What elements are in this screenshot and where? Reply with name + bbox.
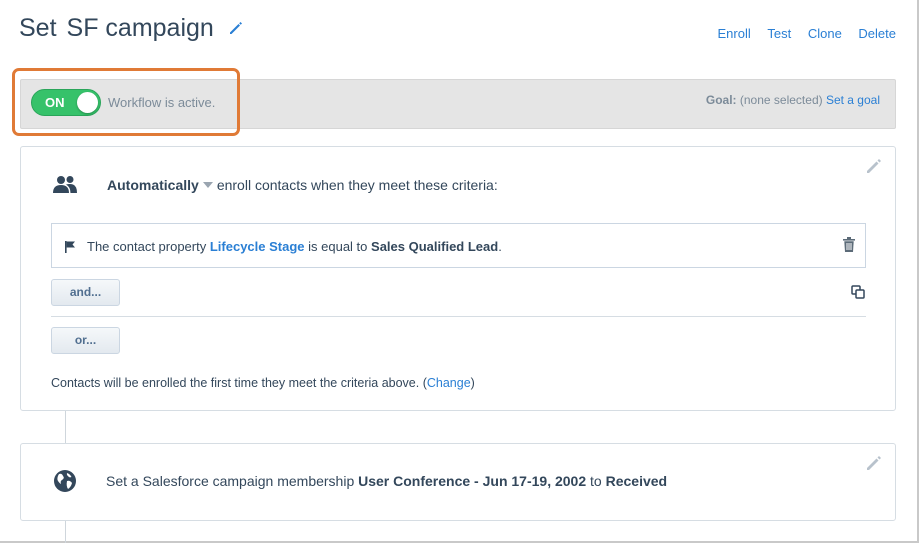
flag-icon (65, 241, 75, 253)
action-prefix: Set a Salesforce campaign membership (106, 473, 355, 489)
delete-link[interactable]: Delete (858, 26, 896, 41)
criteria-end: . (498, 239, 502, 254)
criteria-operator: is equal to (308, 239, 368, 254)
test-link[interactable]: Test (767, 26, 791, 41)
footer-end: ) (470, 376, 475, 390)
goal-section: Goal: (none selected) Set a goal (706, 93, 880, 107)
edit-pencil-icon[interactable] (865, 157, 883, 175)
pencil-icon[interactable] (228, 20, 244, 36)
add-and-criteria-button[interactable]: and... (51, 279, 120, 306)
set-goal-link[interactable]: Set a goal (826, 93, 880, 107)
toggle-knob (77, 92, 98, 113)
enrollment-mode-dropdown[interactable]: Automatically (107, 177, 199, 193)
clone-icon[interactable] (851, 285, 865, 299)
enroll-link[interactable]: Enroll (717, 26, 750, 41)
criteria-value: Sales Qualified Lead (371, 239, 499, 254)
enrollment-mode-suffix: enroll contacts when they meet these cri… (216, 177, 498, 193)
criteria-prefix: The contact property (87, 239, 207, 254)
goal-label: Goal: (705, 93, 737, 107)
chevron-down-icon[interactable] (202, 182, 213, 189)
connector-line (65, 521, 66, 543)
workflow-actions: Enroll Test Clone Delete (704, 26, 896, 41)
campaign-name: User Conference - Jun 17-19, 2002 (358, 473, 587, 489)
goal-value: (none selected) (739, 93, 823, 107)
workflow-status-text: Workflow is active. (108, 95, 216, 110)
footer-text: Contacts will be enrolled the first time… (51, 376, 427, 390)
criteria-row[interactable]: The contact property Lifecycle Stage is … (51, 223, 866, 268)
divider (51, 316, 866, 317)
globe-icon (54, 470, 76, 492)
page-title: Set SF campaign (19, 14, 214, 43)
criteria-text: The contact property Lifecycle Stage is … (87, 239, 502, 254)
enrollment-footer: Contacts will be enrolled the first time… (51, 376, 475, 390)
action-description: Set a Salesforce campaign membership Use… (106, 473, 667, 489)
workflow-toggle[interactable]: ON (31, 89, 101, 116)
connector-line (65, 411, 66, 443)
enrollment-description: Automatically enroll contacts when they m… (107, 177, 498, 193)
add-or-criteria-button[interactable]: or... (51, 327, 120, 354)
action-to: to (590, 473, 602, 489)
workflow-name: SF campaign (66, 14, 214, 42)
edit-pencil-icon[interactable] (865, 454, 883, 472)
trash-icon[interactable] (843, 237, 855, 252)
contacts-icon (53, 176, 77, 193)
toggle-label: ON (45, 95, 65, 110)
membership-status: Received (605, 473, 668, 489)
change-link[interactable]: Change (427, 376, 471, 390)
title-prefix: Set (19, 14, 57, 42)
criteria-property-link[interactable]: Lifecycle Stage (210, 239, 305, 254)
clone-link[interactable]: Clone (808, 26, 842, 41)
